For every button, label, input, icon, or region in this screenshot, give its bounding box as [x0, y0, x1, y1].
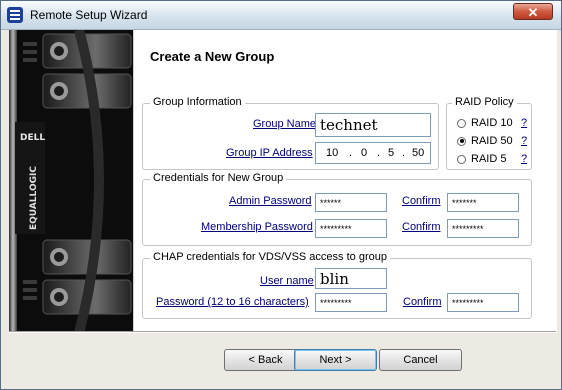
ip-octet-2[interactable]: 0 [361, 147, 367, 159]
raid-policy-section: RAID Policy RAID 10 ? RAID 50 ? RAID 5 ? [446, 96, 532, 170]
raid-5-help-link[interactable]: ? [521, 153, 527, 165]
admin-confirm-label[interactable]: Confirm [402, 195, 441, 207]
chap-confirm-field[interactable]: ********* [447, 293, 519, 312]
chap-password-field[interactable]: ********* [315, 293, 387, 312]
section-legend: RAID Policy [452, 96, 517, 108]
admin-password-field[interactable]: ****** [315, 193, 387, 212]
raid-option-5[interactable]: RAID 5 [457, 153, 506, 165]
chap-credentials-section: CHAP credentials for VDS/VSS access to g… [142, 251, 532, 319]
cancel-button[interactable]: Cancel [379, 349, 462, 371]
admin-confirm-value: ******* [452, 197, 477, 208]
close-button[interactable]: ✕ [513, 3, 553, 20]
credentials-section: Credentials for New Group Admin Password… [142, 172, 532, 246]
content-panel: Create a New Group Group Information Gro… [133, 30, 557, 333]
user-name-label[interactable]: User name [260, 275, 314, 287]
admin-confirm-field[interactable]: ******* [447, 193, 519, 212]
radio-button[interactable] [457, 136, 466, 146]
section-legend: Credentials for New Group [150, 172, 287, 184]
raid-50-help-link[interactable]: ? [521, 135, 527, 147]
user-name-field[interactable]: blin [315, 268, 387, 289]
raid-option-10[interactable]: RAID 10 [457, 117, 513, 129]
membership-confirm-field[interactable]: ********* [447, 219, 519, 238]
membership-password-field[interactable]: ********* [315, 219, 387, 238]
equallogic-logo: EQUALLOGIC [29, 166, 39, 230]
group-name-value: technet [320, 116, 378, 134]
group-ip-label[interactable]: Group IP Address [226, 147, 313, 159]
radio-button[interactable] [457, 154, 466, 164]
raid-option-label: RAID 5 [471, 153, 507, 165]
admin-password-label[interactable]: Admin Password [229, 195, 312, 207]
raid-option-label: RAID 50 [471, 135, 513, 147]
group-information-section: Group Information Group Name technet Gro… [142, 96, 439, 170]
storage-array-graphic: DELL EQUALLOGIC [9, 30, 133, 333]
footer-divider [9, 331, 556, 333]
close-icon: ✕ [527, 5, 539, 20]
ip-octet-3[interactable]: 5 [388, 147, 394, 159]
user-name-value: blin [320, 269, 349, 288]
chap-password-label[interactable]: Password (12 to 16 characters) [156, 296, 309, 308]
banner-image: DELL EQUALLOGIC [9, 30, 133, 333]
section-legend: Group Information [150, 96, 245, 108]
raid-option-label: RAID 10 [471, 117, 513, 129]
group-ip-field[interactable]: 10 . 0 . 5 . 50 [315, 142, 431, 164]
chap-confirm-value: ********* [452, 297, 484, 308]
radio-button[interactable] [457, 118, 466, 128]
ip-octet-1[interactable]: 10 [326, 147, 338, 159]
raid-option-50[interactable]: RAID 50 [457, 135, 513, 147]
section-legend: CHAP credentials for VDS/VSS access to g… [150, 251, 390, 263]
page-title: Create a New Group [150, 49, 275, 64]
dell-logo: DELL [20, 133, 45, 143]
chap-confirm-label[interactable]: Confirm [403, 296, 442, 308]
membership-password-value: ********* [320, 223, 352, 234]
ip-octet-4[interactable]: 50 [412, 147, 424, 159]
next-button[interactable]: Next > [294, 349, 377, 371]
title-bar[interactable]: Remote Setup Wizard ✕ [1, 1, 561, 30]
raid-10-help-link[interactable]: ? [521, 117, 527, 129]
wizard-window: Remote Setup Wizard ✕ DELL EQUALLOGIC Cr… [0, 0, 562, 390]
group-name-field[interactable]: technet [315, 113, 431, 137]
group-name-label[interactable]: Group Name [253, 118, 316, 130]
app-icon [7, 7, 23, 23]
chap-password-value: ********* [320, 297, 352, 308]
admin-password-value: ****** [320, 197, 342, 208]
membership-confirm-value: ********* [452, 223, 484, 234]
membership-password-label[interactable]: Membership Password [201, 221, 313, 233]
membership-confirm-label[interactable]: Confirm [402, 221, 441, 233]
window-title: Remote Setup Wizard [30, 8, 148, 22]
